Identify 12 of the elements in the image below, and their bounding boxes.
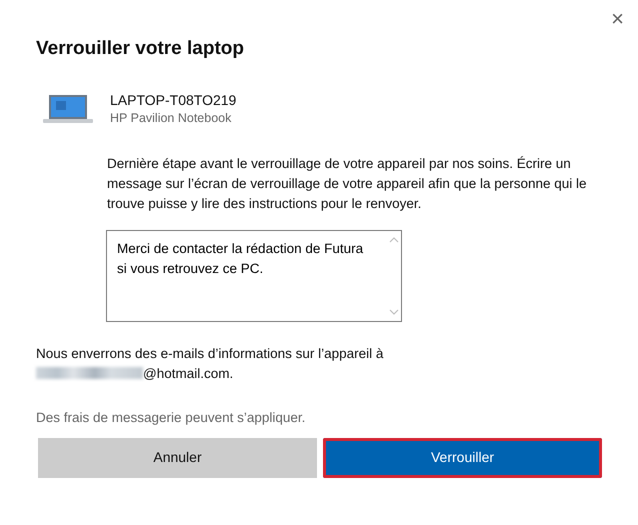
instructions-text: Dernière étape avant le verrouillage de votre appareil par nos soins. Écrire un message sur l’écran de verrouillage de votre appareil afin que la personne qui le trouve puisse y lire des instructions pour le renvoyer. [107, 154, 588, 213]
laptop-icon [42, 94, 94, 124]
lock-button[interactable]: Verrouiller [323, 438, 602, 478]
close-button[interactable]: × [607, 4, 628, 34]
device-model: HP Pavilion Notebook [110, 110, 232, 127]
dialog-title: Verrouiller votre laptop [36, 38, 245, 61]
fees-note: Des frais de messagerie peuvent s’appliquer. [36, 408, 306, 427]
email-notice-text: Nous enverrons des e-mails d’informations sur l’appareil à [36, 346, 384, 361]
email-address: @hotmail.com. [143, 366, 234, 381]
cancel-button[interactable]: Annuler [38, 438, 317, 478]
device-name: LAPTOP-T08TO219 [110, 90, 236, 109]
message-field[interactable]: Merci de contacter la rédaction de Futura si vous retrouvez ce PC. [106, 230, 402, 322]
